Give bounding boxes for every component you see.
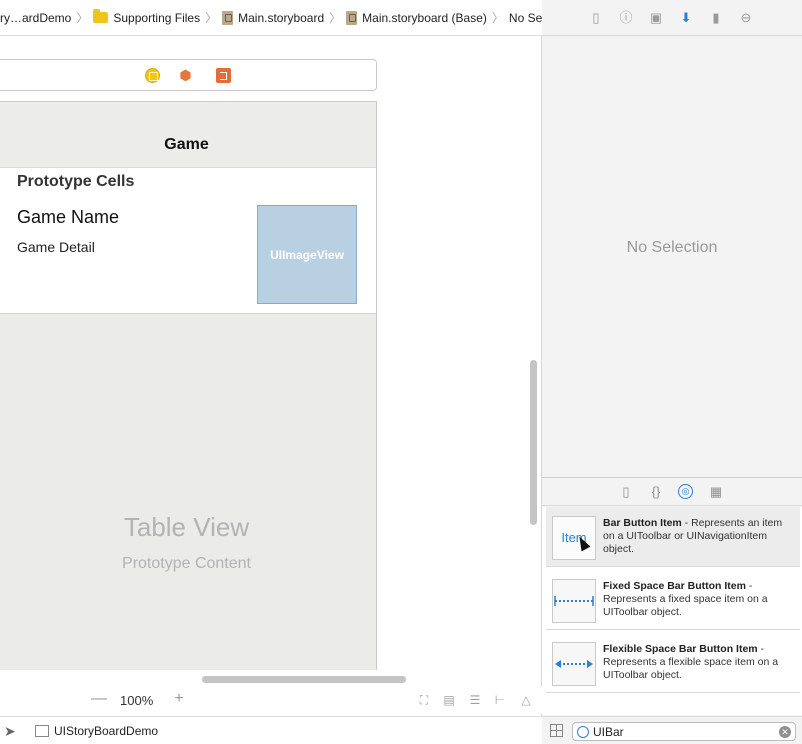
utilities-panel: ▯ ⓘ ▣ ⬇ ▮ ⊖ No Selection ▯ {} ◎ ▦ Item B…: [542, 0, 802, 744]
zoom-in-button[interactable]: +: [171, 690, 187, 708]
table-view-placeholder-title: Table View: [123, 512, 250, 542]
breadcrumb-no-selection[interactable]: No Selection: [509, 11, 542, 25]
file-template-library-icon[interactable]: ▯: [618, 484, 634, 500]
table-view-controller-scene[interactable]: Game Prototype Cells Game Name Game Deta…: [0, 101, 377, 670]
storyboard-canvas[interactable]: ⬢ Game Prototype Cells Game Name Game De…: [0, 36, 528, 670]
object-library-icon[interactable]: ◎: [678, 484, 694, 500]
file-inspector-icon[interactable]: ▯: [588, 10, 604, 26]
library-item-flexible-space[interactable]: Flexible Space Bar Button Item - Represe…: [546, 633, 800, 693]
view-controller-icon[interactable]: [145, 68, 160, 83]
grid-view-icon[interactable]: [550, 724, 563, 737]
library-filter-field[interactable]: ✕: [572, 722, 796, 741]
fixed-space-icon: [554, 596, 594, 606]
cell-title-label[interactable]: Game Name: [17, 207, 119, 228]
flexible-space-icon: [555, 660, 593, 668]
jump-bar: ry…ardDemo 〉 Supporting Files 〉 Main.sto…: [0, 0, 542, 36]
library-tabs: ▯ {} ◎ ▦: [542, 477, 802, 506]
library-item-description: Fixed Space Bar Button Item - Represents…: [603, 580, 793, 619]
embed-in-stack-icon[interactable]: ▤: [441, 693, 457, 707]
table-view-placeholder-subtitle: Prototype Content: [122, 555, 251, 572]
clear-icon[interactable]: ✕: [779, 726, 791, 738]
fixed-space-thumbnail: [552, 579, 596, 623]
location-arrow-icon[interactable]: ➤: [4, 723, 16, 740]
status-bar: ➤ UIStoryBoardDemo: [0, 716, 542, 744]
identity-inspector-icon[interactable]: ▣: [648, 10, 664, 26]
breadcrumb-label: No Selection: [508, 10, 542, 25]
chevron-right-icon: 〉: [205, 11, 218, 25]
resolve-constraints-icon[interactable]: △: [518, 693, 534, 707]
media-library-icon[interactable]: ▦: [708, 484, 724, 500]
breadcrumb-label: Main.storyboard: [238, 10, 325, 25]
library-item-name: Fixed Space Bar Button Item: [603, 580, 746, 592]
inspector-tabs: ▯ ⓘ ▣ ⬇ ▮ ⊖: [542, 0, 802, 36]
code-snippet-library-icon[interactable]: {}: [648, 484, 664, 500]
status-label: UIStoryBoardDemo: [54, 724, 159, 738]
no-selection-label: No Selection: [626, 239, 718, 256]
folder-icon: [93, 9, 109, 23]
prototype-cells[interactable]: Prototype Cells Game Name Game Detail UI…: [0, 168, 376, 314]
chevron-right-icon: 〉: [491, 11, 504, 25]
horizontal-scrollbar[interactable]: [202, 676, 406, 683]
filter-icon: [577, 726, 589, 738]
breadcrumb-supporting-files[interactable]: Supporting Files 〉: [93, 9, 222, 26]
storyboard-file-icon: [222, 10, 234, 25]
connections-inspector-icon[interactable]: ⊖: [738, 10, 754, 26]
vertical-scrollbar[interactable]: [530, 360, 537, 525]
filter-input[interactable]: [593, 724, 773, 739]
zoom-out-button[interactable]: —: [91, 690, 107, 708]
library-filter-bar: ✕: [542, 716, 802, 744]
library-item-description: Bar Button Item - Represents an item on …: [603, 517, 793, 556]
editor-area: ry…ardDemo 〉 Supporting Files 〉 Main.sto…: [0, 0, 542, 744]
library-item-name: Flexible Space Bar Button Item: [603, 643, 758, 655]
navigation-bar[interactable]: Game: [0, 102, 376, 168]
image-view[interactable]: UIImageView: [257, 205, 357, 304]
library-item-description: Flexible Space Bar Button Item - Represe…: [603, 643, 793, 682]
library-item-name: Bar Button Item: [603, 517, 682, 529]
pin-icon[interactable]: ⊢: [492, 693, 508, 707]
attributes-inspector-icon[interactable]: ⬇: [678, 10, 694, 26]
canvas-bottom-bar: — 100% + ⛶ ▤ ☰ ⊢ △: [0, 686, 542, 714]
align-icon[interactable]: ☰: [467, 693, 483, 707]
flexible-space-thumbnail: [552, 642, 596, 686]
breadcrumb-storyboard-base[interactable]: Main.storyboard (Base) 〉: [346, 9, 509, 26]
storyboard-file-icon: [346, 10, 358, 25]
first-responder-icon[interactable]: ⬢: [178, 68, 193, 83]
bar-button-item-thumbnail: Item: [552, 516, 596, 560]
breadcrumb-label: Supporting Files: [113, 10, 201, 25]
scene-dock[interactable]: ⬢: [0, 59, 377, 91]
image-view-label: UIImageView: [270, 247, 344, 262]
size-inspector-icon[interactable]: ▮: [708, 10, 724, 26]
storyboard-outline-icon[interactable]: [35, 725, 49, 737]
breadcrumb-label: Main.storyboard (Base): [362, 10, 487, 25]
chevron-right-icon: 〉: [329, 11, 342, 25]
exit-icon[interactable]: [216, 68, 231, 83]
cell-detail-label[interactable]: Game Detail: [17, 239, 95, 255]
breadcrumb-storyboard[interactable]: Main.storyboard 〉: [222, 9, 346, 26]
chevron-right-icon: 〉: [76, 11, 89, 25]
quick-help-icon[interactable]: ⓘ: [618, 10, 634, 26]
library-item-fixed-space[interactable]: Fixed Space Bar Button Item - Represents…: [546, 570, 800, 630]
zoom-level[interactable]: 100%: [120, 693, 153, 708]
breadcrumb-label: ry…ardDemo: [0, 10, 72, 25]
section-header: Prototype Cells: [17, 173, 135, 190]
nav-title[interactable]: Game: [0, 136, 376, 154]
breadcrumb-project[interactable]: ry…ardDemo 〉: [0, 9, 93, 26]
update-frames-icon[interactable]: ⛶: [416, 693, 432, 707]
